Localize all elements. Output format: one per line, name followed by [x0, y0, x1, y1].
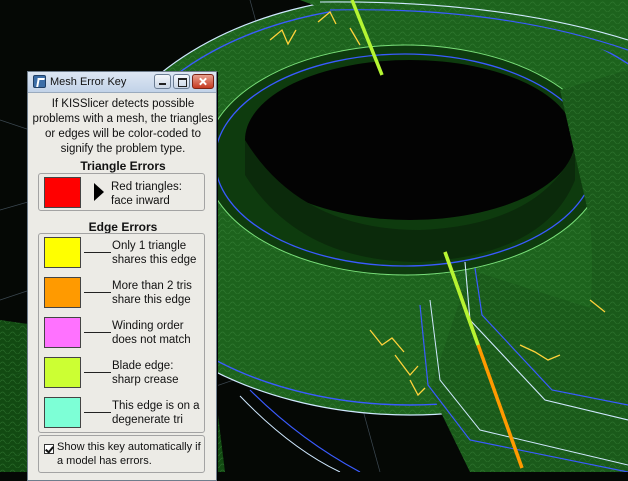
magenta-swatch	[44, 317, 81, 348]
orange-swatch	[44, 277, 81, 308]
yellow-swatch	[44, 237, 81, 268]
dialog-title: Mesh Error Key	[50, 76, 127, 88]
auto-show-group: Show this key automatically if a model h…	[38, 435, 205, 473]
maximize-icon[interactable]	[173, 74, 190, 89]
connector-line	[84, 332, 111, 333]
connector-line	[84, 292, 111, 293]
edge-errors-group: Only 1 triangle shares this edge More th…	[38, 233, 205, 433]
triangle-error-label: Red triangles: face inward	[111, 181, 182, 207]
triangle-errors-group: Red triangles: face inward	[38, 173, 205, 211]
intro-text: If KISSlicer detects possible problems w…	[32, 98, 214, 155]
triangle-errors-heading: Triangle Errors	[80, 159, 166, 173]
minimize-icon[interactable]	[154, 74, 171, 89]
connector-line	[84, 372, 111, 373]
edge-error-label: This edge is on a degenerate tri	[112, 400, 200, 426]
edge-error-label: Blade edge: sharp crease	[112, 360, 179, 386]
arrow-right-icon	[94, 183, 104, 201]
close-icon[interactable]	[192, 74, 214, 89]
auto-show-checkbox[interactable]	[44, 444, 54, 454]
mesh-error-key-dialog: Mesh Error Key If KISSlicer detects poss…	[27, 71, 217, 481]
red-swatch	[44, 177, 81, 208]
app-icon	[33, 75, 46, 88]
title-bar[interactable]: Mesh Error Key	[28, 72, 216, 93]
aqua-swatch	[44, 397, 81, 428]
lime-swatch	[44, 357, 81, 388]
connector-line	[84, 252, 111, 253]
edge-errors-heading: Edge Errors	[88, 220, 158, 234]
edge-error-label: Only 1 triangle shares this edge	[112, 240, 197, 266]
connector-line	[84, 412, 111, 413]
edge-error-label: Winding order does not match	[112, 320, 191, 346]
auto-show-label[interactable]: Show this key automatically if a model h…	[57, 440, 207, 468]
edge-error-label: More than 2 tris share this edge	[112, 280, 192, 306]
